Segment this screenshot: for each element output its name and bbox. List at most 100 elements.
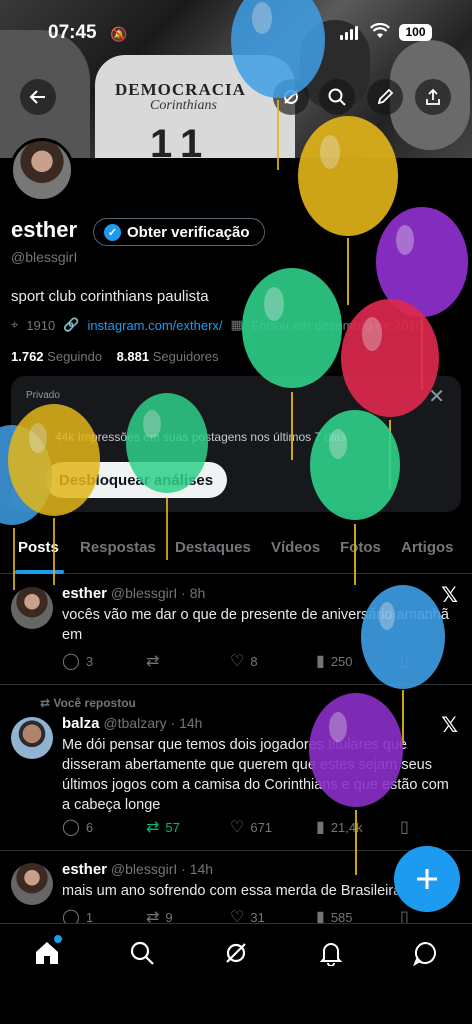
search-icon <box>130 941 154 965</box>
following-link[interactable]: 1.762 Seguindo <box>11 349 102 364</box>
compose-post-button[interactable] <box>394 846 460 912</box>
share-button[interactable] <box>415 79 451 115</box>
nav-notifications[interactable] <box>316 938 346 968</box>
like-button[interactable]: ♡ 671 <box>230 817 272 837</box>
profile-link[interactable]: instagram.com/extherx/ <box>87 318 222 333</box>
reposted-tag: ⇄ Você repostou <box>40 696 136 710</box>
views-button[interactable]: ▮ 21,4k <box>316 817 363 837</box>
reply-count: 6 <box>85 819 94 835</box>
post-text: vocês vão me dar o que de presente de an… <box>62 607 449 643</box>
banner-shirt-script: Corinthians <box>150 98 217 113</box>
tab-replies[interactable]: Respostas <box>80 539 156 556</box>
reply-count: 3 <box>85 653 94 669</box>
status-bar: 07:45 🔕 100 <box>0 20 472 50</box>
post-text: Me dói pensar que temos dois jogadores t… <box>62 737 449 813</box>
bookmark-icon: ▯ <box>400 653 409 670</box>
followers-count: 8.881 <box>116 349 150 364</box>
active-tab-indicator <box>15 570 64 574</box>
edit-button[interactable] <box>367 79 403 115</box>
search-icon <box>328 88 346 106</box>
post-item[interactable]: ⇄ Você repostou balza @tbalzary · 14h 𝕏 … <box>0 685 472 851</box>
profile-tabs: Posts Respostas Destaques Vídeos Fotos A… <box>0 530 472 574</box>
get-verified-label: Obter verificação <box>127 223 250 241</box>
pencil-icon <box>377 88 394 105</box>
reply-button[interactable]: ◯ 6 <box>62 817 93 837</box>
followers-label: Seguidores <box>152 349 219 364</box>
search-button[interactable] <box>319 79 355 115</box>
tab-posts[interactable]: Posts <box>18 539 59 556</box>
profile-meta: ⌖ 1910 🔗 instagram.com/extherx/ ▦ Entrou… <box>11 317 423 333</box>
tab-articles[interactable]: Artigos <box>401 539 454 556</box>
link-icon: 🔗 <box>63 317 80 332</box>
share-icon <box>426 88 440 105</box>
reposted-label: Você repostou <box>53 696 136 710</box>
plus-icon <box>417 869 437 889</box>
post-author[interactable]: esther <box>62 861 107 878</box>
post-avatar[interactable] <box>11 717 53 759</box>
bookmark-button[interactable]: ▯ <box>400 651 409 671</box>
profile-joined: Entrou em dezembro de 2016 <box>250 317 423 333</box>
get-verified-button[interactable]: ✓ Obter verificação <box>93 218 265 246</box>
balloon <box>376 207 468 390</box>
post-header: esther @blessgirI · 14h <box>62 861 213 878</box>
followers-link[interactable]: 8.881 Seguidores <box>117 349 219 364</box>
back-button[interactable] <box>20 79 56 115</box>
tab-photos[interactable]: Fotos <box>340 539 381 556</box>
repost-small-icon: ⇄ <box>40 696 51 710</box>
reply-button[interactable]: ◯ 3 <box>62 651 93 671</box>
heart-icon: ♡ <box>230 819 245 836</box>
repost-button[interactable]: ⇄ <box>146 651 165 671</box>
home-notification-dot <box>54 935 62 943</box>
tab-highlights[interactable]: Destaques <box>175 539 251 556</box>
bookmark-button[interactable]: ▯ <box>400 817 409 837</box>
tab-videos[interactable]: Vídeos <box>271 539 320 556</box>
profile-avatar[interactable] <box>10 138 74 202</box>
post-avatar[interactable] <box>11 587 53 629</box>
bell-icon <box>319 943 343 966</box>
bottom-navigation <box>0 923 472 1024</box>
post-time: · 14h <box>170 715 203 731</box>
grok-button[interactable] <box>273 79 309 115</box>
like-button[interactable]: ♡ 8 <box>230 651 258 671</box>
banner-shirt-text: DEMOCRACIA <box>115 80 246 99</box>
post-handle: @blessgirI <box>110 585 178 601</box>
private-label: Privado <box>26 390 60 401</box>
repost-button[interactable]: ⇄ 57 <box>146 817 180 837</box>
like-count: 8 <box>250 653 258 669</box>
profile-location: 1910 <box>26 317 56 333</box>
bookmark-icon: ▯ <box>400 819 409 836</box>
post-handle: @blessgirI <box>110 861 178 877</box>
signal-icon <box>340 26 358 40</box>
arrow-left-icon <box>29 90 45 104</box>
reply-icon: ◯ <box>62 819 80 836</box>
profile-bio: sport club corinthians paulista <box>11 288 209 305</box>
location-pin-icon: ⌖ <box>11 317 19 332</box>
impressions-text: 44k Impressões em suas postagens nos últ… <box>55 430 347 444</box>
post-avatar[interactable] <box>11 863 53 905</box>
banner-shirt-number: 11 <box>150 122 213 158</box>
post-actions: ◯ 6 ⇄ 57 ♡ 671 ▮ 21,4k ▯ <box>62 817 462 837</box>
nav-messages[interactable] <box>410 938 440 968</box>
verified-check-icon: ✓ <box>104 223 121 241</box>
grok-icon <box>284 90 298 104</box>
status-time: 07:45 <box>48 22 97 43</box>
post-item[interactable]: esther @blessgirI · 8h 𝕏 vocês vão me da… <box>0 575 472 685</box>
heart-icon: ♡ <box>230 653 245 670</box>
nav-grok[interactable] <box>221 938 251 968</box>
repost-icon: ⇄ <box>146 653 160 670</box>
post-author[interactable]: esther <box>62 585 107 602</box>
analytics-card: Privado ✕ 44k Impressões em suas postage… <box>11 376 461 512</box>
repost-count: 57 <box>165 819 180 835</box>
post-author[interactable]: balza <box>62 715 100 732</box>
profile-name: esther <box>11 217 78 242</box>
views-count: 21,4k <box>330 819 363 835</box>
profile-handle: @blessgirI <box>11 249 78 265</box>
unlock-analytics-button[interactable]: Desbloquear análises <box>45 462 227 498</box>
close-icon[interactable]: ✕ <box>428 384 445 409</box>
nav-search[interactable] <box>127 938 157 968</box>
views-icon: ▮ <box>316 653 325 670</box>
reply-icon: ◯ <box>62 653 80 670</box>
battery-icon: 100 <box>399 24 432 41</box>
views-button[interactable]: ▮ 250 <box>316 651 353 671</box>
like-count: 671 <box>250 819 273 835</box>
